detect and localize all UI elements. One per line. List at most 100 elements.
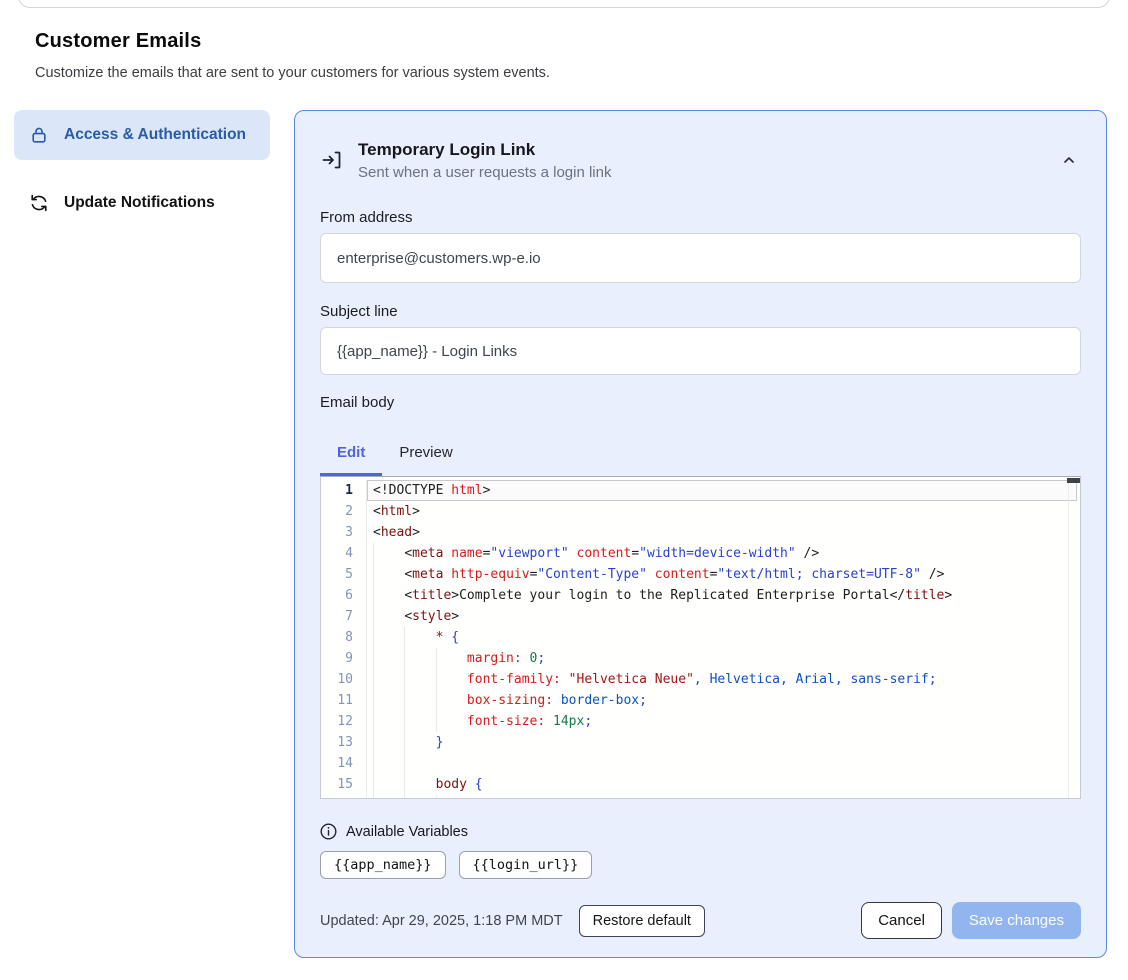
indent-guide <box>404 711 405 732</box>
code-line-content: * { <box>367 627 1080 648</box>
page-subtitle: Customize the emails that are sent to yo… <box>35 65 935 81</box>
temporary-login-link-card: Temporary Login Link Sent when a user re… <box>294 110 1107 958</box>
editor-scrollbar-track[interactable] <box>1068 477 1069 798</box>
variable-chip[interactable]: {{app_name}} <box>320 851 446 879</box>
code-line[interactable]: 13 } <box>321 732 1080 753</box>
code-line-content: <!DOCTYPE html> <box>367 480 1077 501</box>
sidebar-item-update-notifications[interactable]: Update Notifications <box>14 178 270 228</box>
indent-guide <box>373 732 374 753</box>
info-icon <box>320 823 337 840</box>
code-line[interactable]: 12 font-size: 14px; <box>321 711 1080 732</box>
code-line[interactable]: 8 * { <box>321 627 1080 648</box>
line-number: 12 <box>321 711 367 732</box>
tab-edit[interactable]: Edit <box>320 436 382 476</box>
tab-preview[interactable]: Preview <box>382 436 469 476</box>
code-line-content: <title>Complete your login to the Replic… <box>367 585 1080 606</box>
code-line[interactable]: 3<head> <box>321 522 1080 543</box>
line-number: 6 <box>321 585 367 606</box>
save-changes-button[interactable]: Save changes <box>952 902 1081 939</box>
chevron-up-icon <box>1061 152 1077 168</box>
login-icon <box>320 148 344 172</box>
sidebar-item-access-authentication[interactable]: Access & Authentication <box>14 110 270 160</box>
code-line[interactable]: 6 <title>Complete your login to the Repl… <box>321 585 1080 606</box>
code-line[interactable]: 14 <box>321 753 1080 774</box>
line-number: 2 <box>321 501 367 522</box>
card-title-block: Temporary Login Link Sent when a user re… <box>358 140 611 181</box>
from-address-label: From address <box>320 209 1081 226</box>
line-number: 10 <box>321 669 367 690</box>
collapse-card-button[interactable] <box>1057 148 1081 172</box>
indent-guide <box>373 669 374 690</box>
sidebar-item-label: Access & Authentication <box>64 123 246 147</box>
previous-section-panel-edge <box>18 0 1110 8</box>
page-header: Customer Emails Customize the emails tha… <box>35 30 935 81</box>
available-variables-label: Available Variables <box>346 824 468 840</box>
code-line[interactable]: 2<html> <box>321 501 1080 522</box>
restore-default-button[interactable]: Restore default <box>579 905 705 937</box>
subject-line-label: Subject line <box>320 303 1081 320</box>
indent-guide <box>404 795 405 799</box>
line-number: 4 <box>321 543 367 564</box>
code-line-content: margin: 0; <box>367 648 1080 669</box>
indent-guide <box>404 774 405 795</box>
available-variables-section: Available Variables {{app_name}} {{login_… <box>320 823 1081 879</box>
code-line-content: <html> <box>367 501 1080 522</box>
variable-chip[interactable]: {{login_url}} <box>459 851 593 879</box>
code-line[interactable]: 16 background-color: #f8f8f8; <box>321 795 1080 799</box>
available-variables-header: Available Variables <box>320 823 1081 840</box>
line-number: 13 <box>321 732 367 753</box>
lock-icon <box>29 125 49 145</box>
code-line[interactable]: 1<!DOCTYPE html> <box>321 480 1080 501</box>
code-line-content: font-family: "Helvetica Neue", Helvetica… <box>367 669 1080 690</box>
code-line[interactable]: 4 <meta name="viewport" content="width=d… <box>321 543 1080 564</box>
line-number: 8 <box>321 627 367 648</box>
line-number: 5 <box>321 564 367 585</box>
indent-guide <box>436 669 437 690</box>
card-subtitle: Sent when a user requests a login link <box>358 164 611 181</box>
code-line-content: box-sizing: border-box; <box>367 690 1080 711</box>
code-line-content: <style> <box>367 606 1080 627</box>
code-line[interactable]: 11 box-sizing: border-box; <box>321 690 1080 711</box>
subject-line-input[interactable] <box>320 327 1081 375</box>
code-line-content: <meta http-equiv="Content-Type" content=… <box>367 564 1080 585</box>
card-footer: Updated: Apr 29, 2025, 1:18 PM MDT Resto… <box>320 902 1081 939</box>
code-editor[interactable]: 1<!DOCTYPE html>2<html>3<head>4 <meta na… <box>320 476 1081 799</box>
line-number: 9 <box>321 648 367 669</box>
indent-guide <box>436 711 437 732</box>
line-number: 14 <box>321 753 367 774</box>
indent-guide <box>373 774 374 795</box>
line-number: 16 <box>321 795 367 799</box>
code-line[interactable]: 10 font-family: "Helvetica Neue", Helvet… <box>321 669 1080 690</box>
card-header: Temporary Login Link Sent when a user re… <box>320 137 1081 183</box>
from-address-input[interactable] <box>320 233 1081 283</box>
indent-guide <box>373 711 374 732</box>
indent-guide <box>373 753 374 774</box>
indent-guide <box>373 606 374 627</box>
indent-guide <box>404 690 405 711</box>
indent-guide <box>373 564 374 585</box>
indent-guide <box>436 690 437 711</box>
variable-chips: {{app_name}} {{login_url}} <box>320 851 1081 879</box>
editor-scrollbar-thumb[interactable] <box>1067 478 1080 483</box>
code-line-content <box>367 753 1080 774</box>
code-line[interactable]: 7 <style> <box>321 606 1080 627</box>
page-title: Customer Emails <box>35 30 935 53</box>
sidebar-item-label: Update Notifications <box>64 191 215 215</box>
indent-guide <box>404 669 405 690</box>
indent-guide <box>373 795 374 799</box>
card-title: Temporary Login Link <box>358 140 611 160</box>
code-line-content: <head> <box>367 522 1080 543</box>
code-line[interactable]: 15 body { <box>321 774 1080 795</box>
indent-guide <box>436 648 437 669</box>
refresh-icon <box>29 193 49 213</box>
indent-guide <box>404 732 405 753</box>
code-line-content: background-color: #f8f8f8; <box>367 795 1080 799</box>
indent-guide <box>373 585 374 606</box>
email-types-sidebar: Access & Authentication Update Notificat… <box>14 110 270 228</box>
code-line[interactable]: 5 <meta http-equiv="Content-Type" conten… <box>321 564 1080 585</box>
code-line-content: <meta name="viewport" content="width=dev… <box>367 543 1080 564</box>
line-number: 11 <box>321 690 367 711</box>
line-number: 7 <box>321 606 367 627</box>
cancel-button[interactable]: Cancel <box>861 902 942 939</box>
code-line[interactable]: 9 margin: 0; <box>321 648 1080 669</box>
